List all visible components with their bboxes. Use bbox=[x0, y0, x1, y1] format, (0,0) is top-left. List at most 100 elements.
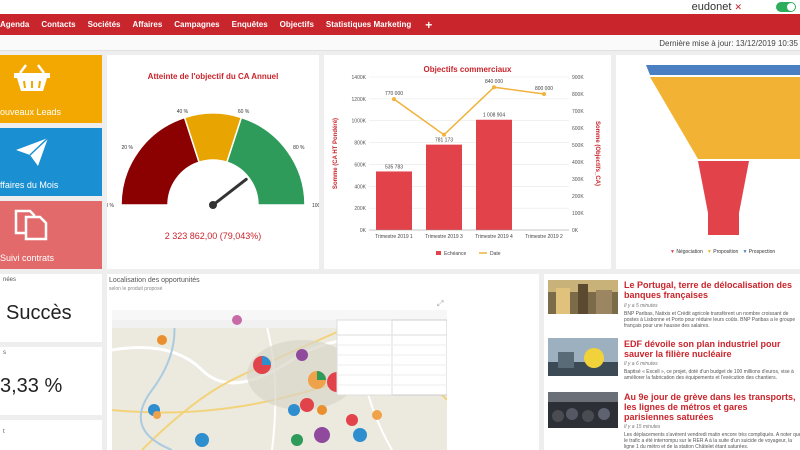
legend-negociation[interactable]: Négociation bbox=[676, 249, 702, 255]
brand-mark: ✕ bbox=[734, 2, 742, 12]
nav-affaires[interactable]: Affaires bbox=[126, 20, 168, 29]
y-tick-label: 1400K bbox=[352, 75, 367, 81]
bar bbox=[426, 144, 462, 230]
nav-statistiques-marketing[interactable]: Statistiques Marketing bbox=[320, 20, 417, 29]
x-tick-label: Trimestre 2019 4 bbox=[475, 234, 513, 240]
line-value-label: 800 000 bbox=[535, 86, 553, 92]
news-date: Il y a 6 minutes bbox=[624, 361, 658, 367]
y-tick-label: 400K bbox=[354, 184, 366, 190]
y2-axis-label: Somme (Objectifs_CA) bbox=[594, 121, 600, 186]
bar bbox=[376, 171, 412, 230]
y-tick-label: 600K bbox=[354, 162, 366, 168]
funnel-stage-proposition bbox=[650, 77, 800, 159]
kpi-value: Succès bbox=[6, 302, 72, 324]
news-thumb-metro[interactable] bbox=[548, 392, 618, 428]
map-title: Localisation des opportunités bbox=[109, 277, 200, 284]
kpi-title: s bbox=[3, 350, 6, 356]
line-point bbox=[392, 97, 396, 102]
bar bbox=[476, 119, 512, 230]
y-tick-label: 800K bbox=[354, 141, 366, 147]
nav-agenda[interactable]: Agenda bbox=[0, 20, 35, 29]
news-date: Il y a 5 minutes bbox=[624, 303, 658, 309]
theme-toggle[interactable] bbox=[776, 2, 796, 12]
objectives-chart-card: Objectifs commerciaux 0K 200K 400K 600K 800K… bbox=[324, 55, 611, 269]
brand-logo[interactable]: eudonet ✕ bbox=[692, 1, 742, 13]
gauge-value: 2 323 862,00 (79,043%) bbox=[164, 231, 262, 241]
map-card: Localisation des opportunités selon le p… bbox=[107, 274, 539, 450]
legend-marker-icon: ▼ bbox=[742, 249, 748, 255]
news-date: Il y a 15 minutes bbox=[624, 424, 661, 430]
nav-societes[interactable]: Sociétés bbox=[82, 20, 127, 29]
legend-prospection[interactable]: Prospection bbox=[749, 249, 775, 255]
gauge-tick-label: 20 % bbox=[122, 145, 134, 151]
y2-tick-label: 300K bbox=[572, 177, 584, 183]
y-tick-label: 0K bbox=[360, 228, 367, 234]
bar-value-label: 781 173 bbox=[435, 138, 453, 144]
funnel-legend: ▼ Négociation ▼ Proposition ▼ Prospectio… bbox=[670, 249, 775, 255]
bar-value-label: 1 008 904 bbox=[483, 113, 505, 119]
gauge-tick-label: 0 % bbox=[107, 203, 115, 209]
tile-contracts[interactable]: Suivi contrats bbox=[0, 201, 102, 269]
news-thumb-portugal[interactable] bbox=[548, 280, 618, 314]
gauge-band-low bbox=[120, 116, 201, 206]
nav-enquetes[interactable]: Enquêtes bbox=[226, 20, 274, 29]
gauge-tick-label: 80 % bbox=[293, 145, 305, 151]
legend-marker-icon: ▼ bbox=[706, 249, 712, 255]
kpi-title: nées bbox=[3, 277, 17, 283]
tile-deals-month[interactable]: ffaires du Mois bbox=[0, 128, 102, 196]
news-text: Baptisé « Excell », ce projet, doté d'un… bbox=[624, 369, 794, 381]
tile-new-leads[interactable]: ouveaux Leads bbox=[0, 55, 102, 123]
x-tick-label: Trimestre 2019 2 bbox=[525, 234, 563, 240]
x-tick-label: Trimestre 2019 1 bbox=[375, 234, 413, 240]
kpi-card-third: t bbox=[0, 420, 102, 450]
kpi-value: 3,33 % bbox=[0, 375, 63, 397]
legend-line-label: Date bbox=[490, 251, 501, 257]
legend-swatch-bar bbox=[436, 251, 441, 255]
y-axis-label: Somme (CA HT Pondéré) bbox=[333, 118, 339, 189]
tile-label: ouveaux Leads bbox=[0, 107, 62, 117]
news-title[interactable]: Au 9e jour de grève dans les transports,… bbox=[624, 392, 800, 422]
news-text: Les déplacements s'avèrent vendredi mati… bbox=[624, 432, 800, 450]
add-tab-button[interactable]: + bbox=[417, 18, 440, 32]
update-bar: Dernière mise à jour: 13/12/2019 10:35 bbox=[0, 35, 800, 51]
kpi-card-rate: s 3,33 % bbox=[0, 347, 102, 415]
objectives-chart: 0K 200K 400K 600K 800K 1000K 1200K 1400K 0K 100K 2… bbox=[333, 75, 600, 257]
expand-icon[interactable]: ⤢ bbox=[437, 299, 447, 309]
y2-tick-label: 900K bbox=[572, 75, 584, 81]
legend-marker-icon: ▼ bbox=[670, 249, 675, 255]
bar-value-label: 535 783 bbox=[385, 164, 403, 170]
map-subtitle: selon le produit proposé bbox=[109, 286, 163, 292]
line-point bbox=[492, 85, 496, 90]
gauge-card: Atteinte de l'objectif du CA Annuel 0 %2… bbox=[107, 55, 319, 269]
line-value-label: 770 000 bbox=[385, 91, 403, 97]
funnel-chart bbox=[646, 65, 800, 235]
kpi-title: t bbox=[3, 429, 5, 435]
y2-tick-label: 700K bbox=[572, 109, 584, 115]
basket-icon bbox=[14, 64, 50, 91]
opportunity-map[interactable] bbox=[112, 310, 447, 450]
y2-tick-label: 400K bbox=[572, 160, 584, 166]
kpi-card-success: nées Succès bbox=[0, 274, 102, 342]
news-title[interactable]: EDF dévoile son plan industriel pour sau… bbox=[624, 339, 800, 359]
y2-tick-label: 100K bbox=[572, 211, 584, 217]
funnel-stage-negociation bbox=[698, 161, 749, 235]
nav-campagnes[interactable]: Campagnes bbox=[168, 20, 225, 29]
gauge-tick-label: 60 % bbox=[238, 109, 250, 115]
y-tick-label: 200K bbox=[354, 206, 366, 212]
line-value-label: 840 000 bbox=[485, 79, 503, 85]
documents-icon bbox=[14, 209, 48, 241]
nav-contacts[interactable]: Contacts bbox=[35, 20, 81, 29]
news-title[interactable]: Le Portugal, terre de délocalisation des… bbox=[624, 280, 800, 300]
line-point bbox=[442, 132, 446, 137]
nav-objectifs[interactable]: Objectifs bbox=[274, 20, 320, 29]
news-text: BNP Paribas, Natixis et Crédit agricole … bbox=[624, 311, 796, 329]
top-bar: eudonet ✕ bbox=[0, 0, 800, 14]
tile-label: Suivi contrats bbox=[0, 253, 55, 263]
gauge-tick-label: 100 % bbox=[312, 203, 319, 209]
news-thumb-edf[interactable] bbox=[548, 338, 618, 376]
gauge-needle bbox=[211, 177, 248, 207]
legend-proposition[interactable]: Proposition bbox=[713, 249, 738, 255]
x-tick-label: Trimestre 2019 3 bbox=[425, 234, 463, 240]
y2-tick-label: 200K bbox=[572, 194, 584, 200]
tile-label: ffaires du Mois bbox=[0, 180, 59, 190]
